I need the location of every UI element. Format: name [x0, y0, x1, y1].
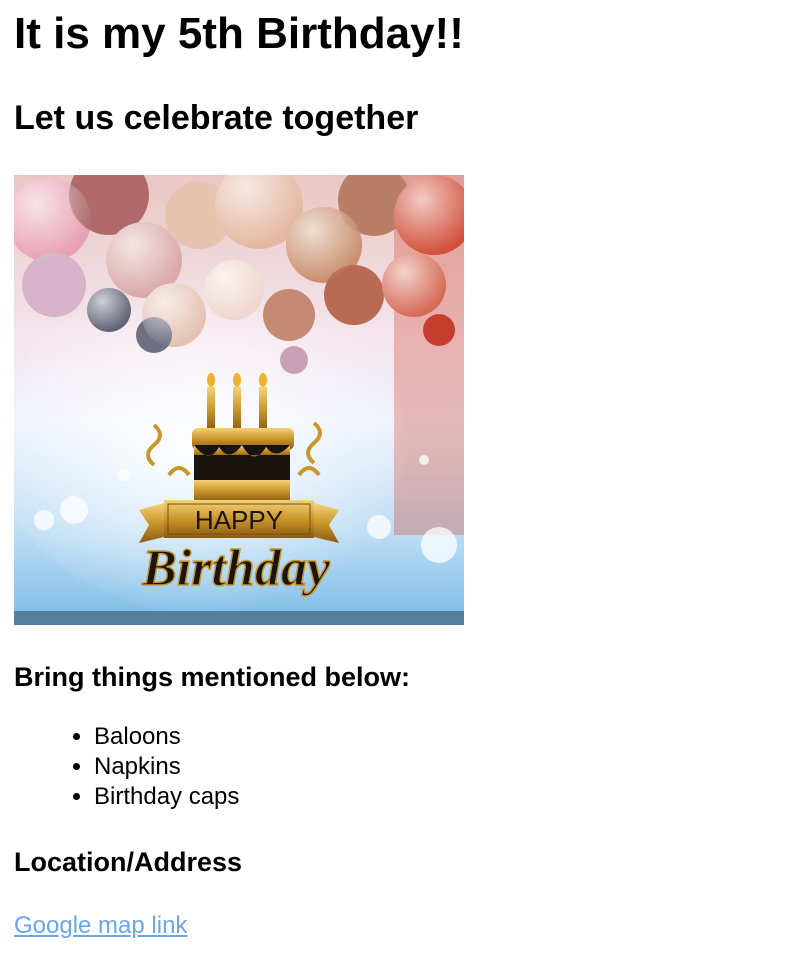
bring-items-list: Baloons Napkins Birthday caps [14, 722, 239, 812]
location-heading: Location/Address [14, 847, 243, 877]
page-title: It is my 5th Birthday!! [14, 9, 464, 58]
google-map-link[interactable]: Google map link [14, 912, 187, 941]
list-item: Baloons [94, 722, 239, 752]
banner-birthday-text: Birthday [141, 540, 331, 597]
happy-birthday-cake-balloons-image: HAPPY Birthday [14, 175, 464, 625]
bring-things-heading: Bring things mentioned below: [14, 662, 410, 692]
page-subtitle: Let us celebrate together [14, 99, 419, 137]
list-item: Birthday caps [94, 782, 239, 812]
list-item: Napkins [94, 752, 239, 782]
birthday-banner-image: HAPPY Birthday [14, 175, 464, 625]
banner-happy-text: HAPPY [195, 505, 283, 535]
